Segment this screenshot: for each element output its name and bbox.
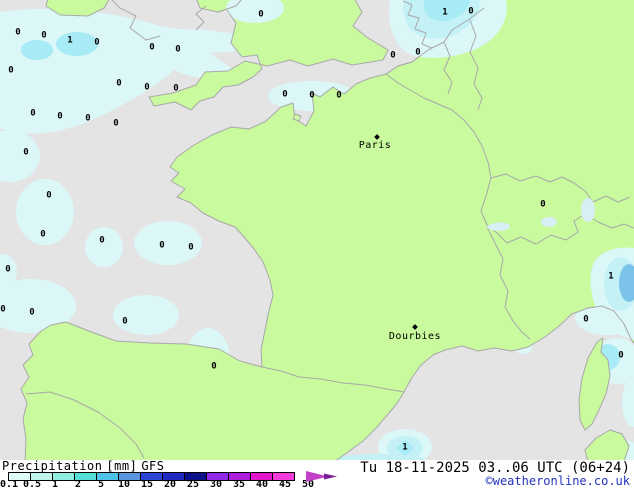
colorbar-tick-label: 1 bbox=[51, 479, 59, 490]
colorbar-tick-label: 2 bbox=[74, 479, 82, 490]
legend-bar: Precipitation [mm] GFS 0.1 0.5 1 2 5 10 15 20 25 30… bbox=[0, 460, 634, 490]
colorbar-tick-label: 0.5 bbox=[22, 479, 42, 490]
colorbar-tick-label: 35 bbox=[232, 479, 246, 490]
colorbar-tick-label: 45 bbox=[278, 479, 292, 490]
colorbar-tick-label: 5 bbox=[97, 479, 105, 490]
colorbar-overflow-arrow bbox=[306, 471, 337, 482]
colorbar-tick-label: 0.1 bbox=[0, 479, 19, 490]
colorbar-tick-label: 40 bbox=[255, 479, 269, 490]
legend-title: Precipitation [mm] GFS bbox=[2, 460, 165, 472]
precipitation-map bbox=[0, 0, 634, 460]
legend-model: GFS bbox=[141, 459, 165, 473]
forecast-datetime: Tu 18-11-2025 03..06 UTC (06+24) bbox=[360, 460, 630, 476]
colorbar-tick-label: 10 bbox=[117, 479, 131, 490]
weather-map-screen: 0 0 1 0 0 0 0 0 0 1 0 0 0 0 0 0 0 0 0 0 0 0 0 0 0 0 0 0 0 0 1 0 0 0 0 0 0 1 Pa… bbox=[0, 0, 634, 490]
copyright: ©weatheronline.co.uk bbox=[485, 474, 631, 488]
colorbar-tick-label: 30 bbox=[209, 479, 223, 490]
colorbar-tick-label: 25 bbox=[186, 479, 200, 490]
colorbar-tick-label: 20 bbox=[163, 479, 177, 490]
legend-unit: [mm] bbox=[106, 459, 138, 473]
legend-title-text: Precipitation bbox=[2, 459, 103, 473]
colorbar-tick-label: 15 bbox=[140, 479, 154, 490]
